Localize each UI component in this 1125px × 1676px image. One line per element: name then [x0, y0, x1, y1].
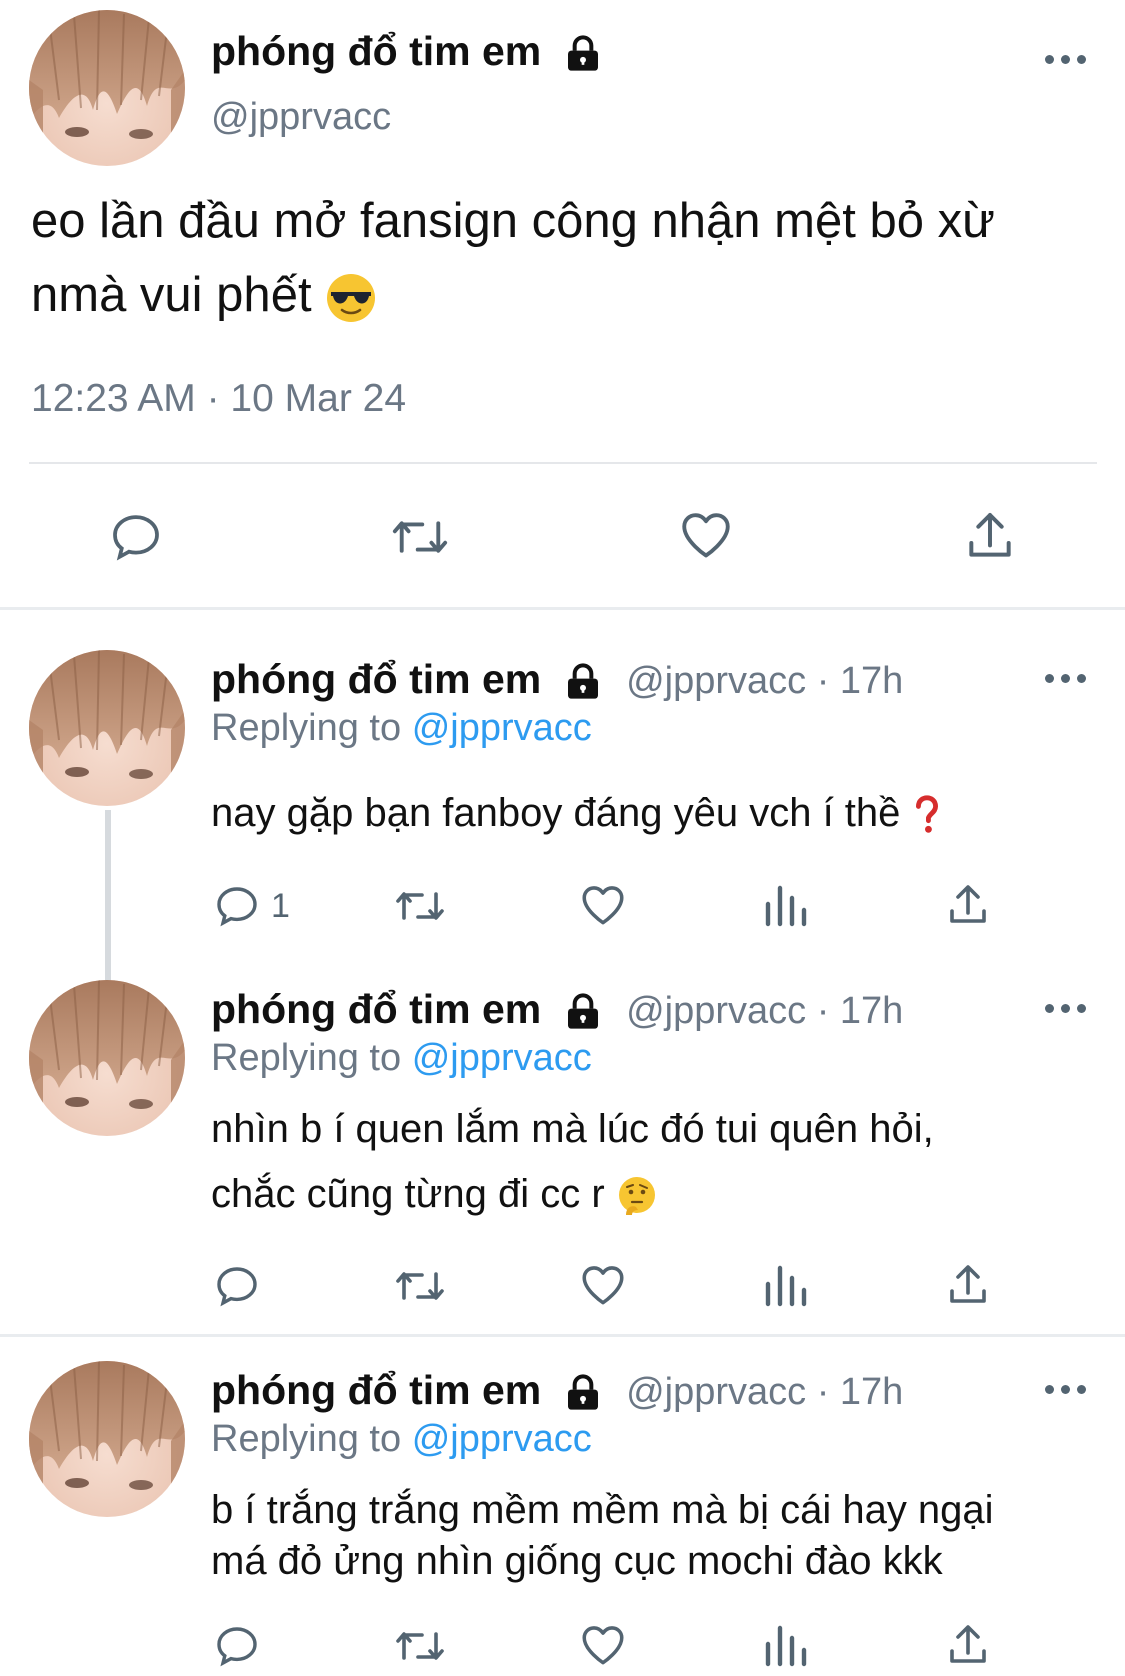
avatar[interactable]: [29, 10, 185, 166]
replying-to: Replying to @jpprvacc: [211, 707, 592, 750]
analytics-icon: [765, 885, 807, 927]
author-name[interactable]: phóng đổ tim em: [211, 986, 541, 1032]
avatar-image: [29, 1361, 185, 1517]
reply-icon: [217, 887, 257, 927]
lock-icon: [567, 993, 598, 1029]
like-button[interactable]: [578, 1260, 628, 1310]
share-icon: [950, 1625, 986, 1663]
reply-button[interactable]: [213, 1262, 261, 1310]
heart-icon: [582, 1266, 624, 1305]
views-button[interactable]: [764, 1622, 808, 1670]
reply-icon: [113, 515, 159, 561]
author-name-row[interactable]: phóng đổ tim em: [211, 28, 603, 75]
retweet-icon: [396, 1272, 444, 1300]
sunglasses-emoji: [327, 274, 376, 323]
reply-text-line2-block: chắc cũng từng đi cc r: [211, 1161, 658, 1227]
retweet-button[interactable]: [388, 509, 452, 565]
avatar[interactable]: [29, 1361, 185, 1517]
handle-time[interactable]: @jpprvacc · 17h: [626, 1371, 903, 1413]
reply-text-line2: chắc cũng từng đi cc r: [211, 1172, 605, 1216]
views-button[interactable]: [764, 882, 808, 930]
avatar-image: [29, 10, 185, 166]
reply-text-line2: má đỏ ửng nhìn giống cục mochi đào kkk: [211, 1539, 943, 1583]
more-options-icon[interactable]: [1045, 55, 1086, 64]
more-options-icon[interactable]: [1045, 1385, 1086, 1394]
retweet-button[interactable]: [392, 882, 448, 930]
reply-header[interactable]: phóng đổ tim em @jpprvacc · 17h: [211, 1367, 903, 1414]
reply-button[interactable]: [108, 509, 164, 565]
analytics-icon: [765, 1625, 807, 1667]
lock-icon: [567, 1374, 598, 1410]
retweet-button[interactable]: [392, 1622, 448, 1670]
share-button[interactable]: [944, 1620, 992, 1670]
author-name[interactable]: phóng đổ tim em: [211, 656, 541, 702]
replying-to: Replying to @jpprvacc: [211, 1418, 592, 1461]
share-icon: [950, 1265, 986, 1303]
retweet-icon: [396, 1632, 444, 1660]
like-button[interactable]: [677, 506, 735, 564]
reply-header[interactable]: phóng đổ tim em @jpprvacc · 17h: [211, 986, 903, 1033]
heart-icon: [582, 1626, 624, 1665]
share-icon: [969, 513, 1011, 557]
tweet-text-block: eo lần đầu mở fansign công nhận mệt bỏ x…: [31, 184, 1091, 332]
tweet-timestamp[interactable]: 12:23 AM · 10 Mar 24: [31, 377, 406, 421]
share-button[interactable]: [962, 507, 1018, 565]
author-name[interactable]: phóng đổ tim em: [211, 1367, 541, 1413]
retweet-icon: [392, 521, 448, 553]
views-button[interactable]: [764, 1262, 808, 1310]
question-mark-emoji: [915, 795, 938, 834]
replying-to: Replying to @jpprvacc: [211, 1037, 592, 1080]
handle-time[interactable]: @jpprvacc · 17h: [626, 990, 903, 1032]
author-name[interactable]: phóng đổ tim em: [211, 28, 541, 74]
reply-text: nay gặp bạn fanboy đáng yêu vch í thề: [211, 791, 901, 835]
replying-prefix: Replying to: [211, 707, 402, 749]
avatar[interactable]: [29, 980, 185, 1136]
retweet-button[interactable]: [392, 1262, 448, 1310]
lock-icon: [567, 663, 598, 699]
heart-icon: [582, 886, 624, 925]
reply-text-line1: nhìn b í quen lắm mà lúc đó tui quên hỏi…: [211, 1107, 934, 1151]
author-handle[interactable]: @jpprvacc: [211, 96, 391, 139]
reply-text-block: nay gặp bạn fanboy đáng yêu vch í thề: [211, 780, 942, 846]
more-options-icon[interactable]: [1045, 674, 1086, 683]
divider: [29, 462, 1097, 464]
lock-icon: [567, 35, 598, 71]
reply-icon: [217, 1627, 257, 1667]
reply-count: 1: [271, 886, 290, 925]
tweet-text: eo lần đầu mở fansign công nhận mệt bỏ x…: [31, 194, 995, 322]
replying-handle-link[interactable]: @jpprvacc: [412, 1037, 592, 1079]
analytics-icon: [765, 1265, 807, 1307]
share-icon: [950, 885, 986, 923]
like-button[interactable]: [578, 1620, 628, 1670]
thinking-emoji: [618, 1177, 655, 1216]
replying-handle-link[interactable]: @jpprvacc: [412, 1418, 592, 1460]
handle-time[interactable]: @jpprvacc · 17h: [626, 660, 903, 702]
thread-line: [105, 810, 111, 982]
section-divider: [0, 1334, 1125, 1337]
replying-handle-link[interactable]: @jpprvacc: [412, 707, 592, 749]
reply-button[interactable]: 1: [213, 882, 290, 930]
avatar-image: [29, 650, 185, 806]
reply-icon: [217, 1267, 257, 1307]
retweet-icon: [396, 892, 444, 920]
avatar[interactable]: [29, 650, 185, 806]
like-button[interactable]: [578, 880, 628, 930]
section-divider: [0, 607, 1125, 610]
replying-prefix: Replying to: [211, 1418, 402, 1460]
reply-header[interactable]: phóng đổ tim em @jpprvacc · 17h: [211, 656, 903, 703]
more-options-icon[interactable]: [1045, 1004, 1086, 1013]
reply-button[interactable]: [213, 1622, 261, 1670]
avatar-image: [29, 980, 185, 1136]
heart-icon: [682, 513, 730, 558]
share-button[interactable]: [944, 1260, 992, 1310]
share-button[interactable]: [944, 880, 992, 930]
replying-prefix: Replying to: [211, 1037, 402, 1079]
